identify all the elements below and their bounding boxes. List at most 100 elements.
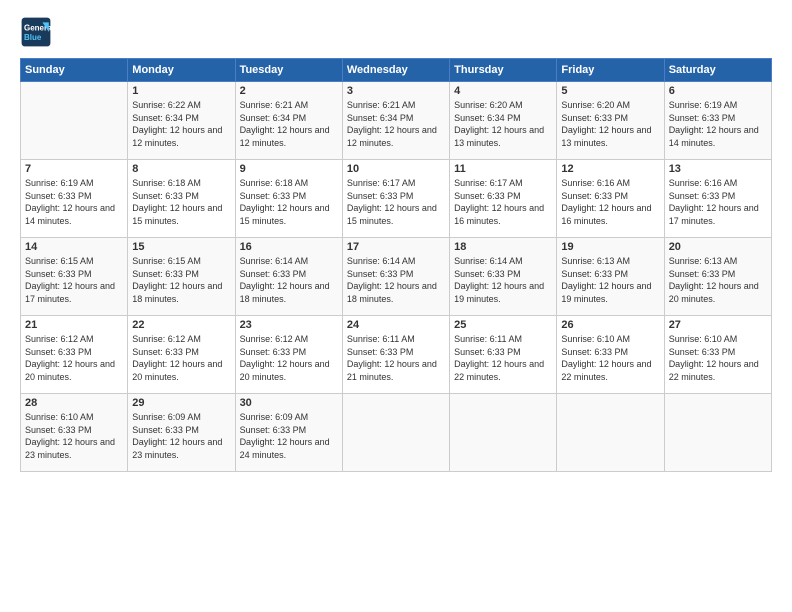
day-content: Sunrise: 6:10 AMSunset: 6:33 PMDaylight:… <box>25 411 123 461</box>
day-content: Sunrise: 6:10 AMSunset: 6:33 PMDaylight:… <box>669 333 767 383</box>
day-number: 22 <box>132 319 230 331</box>
weekday-header: Sunday <box>21 59 128 82</box>
day-number: 3 <box>347 85 445 97</box>
day-content: Sunrise: 6:20 AMSunset: 6:33 PMDaylight:… <box>561 99 659 149</box>
calendar-cell: 7 Sunrise: 6:19 AMSunset: 6:33 PMDaylight… <box>21 160 128 238</box>
calendar-cell: 1Sunrise: 6:22 AMSunset: 6:34 PMDaylight… <box>128 82 235 160</box>
day-content: Sunrise: 6:12 AMSunset: 6:33 PMDaylight:… <box>240 333 338 383</box>
calendar-week: 14 Sunrise: 6:15 AMSunset: 6:33 PMDayligh… <box>21 238 772 316</box>
day-content: Sunrise: 6:15 AMSunset: 6:33 PMDaylight:… <box>132 255 230 305</box>
calendar-week: 21Sunrise: 6:12 AMSunset: 6:33 PMDayligh… <box>21 316 772 394</box>
day-number: 7 <box>25 163 123 175</box>
weekday-header: Wednesday <box>342 59 449 82</box>
day-number: 9 <box>240 163 338 175</box>
day-number: 14 <box>25 241 123 253</box>
calendar-cell <box>450 394 557 472</box>
day-content: Sunrise: 6:19 AMSunset: 6:33 PMDaylight:… <box>25 177 123 227</box>
day-number: 10 <box>347 163 445 175</box>
day-content: Sunrise: 6:15 AMSunset: 6:33 PMDaylight:… <box>25 255 123 305</box>
day-number: 6 <box>669 85 767 97</box>
day-number: 15 <box>132 241 230 253</box>
weekday-header: Monday <box>128 59 235 82</box>
logo-icon: General Blue <box>20 16 52 48</box>
day-content: Sunrise: 6:17 AMSunset: 6:33 PMDaylight:… <box>347 177 445 227</box>
day-content: Sunrise: 6:16 AMSunset: 6:33 PMDaylight:… <box>561 177 659 227</box>
calendar-cell: 4 Sunrise: 6:20 AMSunset: 6:34 PMDaylight… <box>450 82 557 160</box>
calendar-cell: 12 Sunrise: 6:16 AMSunset: 6:33 PMDayligh… <box>557 160 664 238</box>
calendar-header: SundayMondayTuesdayWednesdayThursdayFrid… <box>21 59 772 82</box>
calendar-cell: 11 Sunrise: 6:17 AMSunset: 6:33 PMDayligh… <box>450 160 557 238</box>
weekday-header: Tuesday <box>235 59 342 82</box>
day-number: 11 <box>454 163 552 175</box>
calendar-cell: 16 Sunrise: 6:14 AMSunset: 6:33 PMDayligh… <box>235 238 342 316</box>
page: General Blue SundayMondayTuesdayWednesda… <box>0 0 792 482</box>
day-content: Sunrise: 6:09 AMSunset: 6:33 PMDaylight:… <box>132 411 230 461</box>
day-content: Sunrise: 6:14 AMSunset: 6:33 PMDaylight:… <box>240 255 338 305</box>
calendar-cell <box>342 394 449 472</box>
calendar-cell: 15 Sunrise: 6:15 AMSunset: 6:33 PMDayligh… <box>128 238 235 316</box>
calendar-cell: 14 Sunrise: 6:15 AMSunset: 6:33 PMDayligh… <box>21 238 128 316</box>
day-content: Sunrise: 6:21 AMSunset: 6:34 PMDaylight:… <box>347 99 445 149</box>
day-content: Sunrise: 6:12 AMSunset: 6:33 PMDaylight:… <box>132 333 230 383</box>
day-number: 16 <box>240 241 338 253</box>
calendar-cell: 24Sunrise: 6:11 AMSunset: 6:33 PMDayligh… <box>342 316 449 394</box>
calendar-cell: 18Sunrise: 6:14 AMSunset: 6:33 PMDayligh… <box>450 238 557 316</box>
day-content: Sunrise: 6:17 AMSunset: 6:33 PMDaylight:… <box>454 177 552 227</box>
day-content: Sunrise: 6:11 AMSunset: 6:33 PMDaylight:… <box>454 333 552 383</box>
calendar-cell: 9 Sunrise: 6:18 AMSunset: 6:33 PMDaylight… <box>235 160 342 238</box>
day-content: Sunrise: 6:09 AMSunset: 6:33 PMDaylight:… <box>240 411 338 461</box>
calendar-cell <box>557 394 664 472</box>
calendar-body: 1Sunrise: 6:22 AMSunset: 6:34 PMDaylight… <box>21 82 772 472</box>
calendar-cell: 21Sunrise: 6:12 AMSunset: 6:33 PMDayligh… <box>21 316 128 394</box>
day-content: Sunrise: 6:14 AMSunset: 6:33 PMDaylight:… <box>347 255 445 305</box>
day-content: Sunrise: 6:21 AMSunset: 6:34 PMDaylight:… <box>240 99 338 149</box>
day-number: 17 <box>347 241 445 253</box>
day-number: 1 <box>132 85 230 97</box>
day-number: 12 <box>561 163 659 175</box>
calendar-cell: 26Sunrise: 6:10 AMSunset: 6:33 PMDayligh… <box>557 316 664 394</box>
day-number: 30 <box>240 397 338 409</box>
day-content: Sunrise: 6:13 AMSunset: 6:33 PMDaylight:… <box>561 255 659 305</box>
logo: General Blue <box>20 16 54 48</box>
day-content: Sunrise: 6:20 AMSunset: 6:34 PMDaylight:… <box>454 99 552 149</box>
calendar-cell: 29 Sunrise: 6:09 AMSunset: 6:33 PMDayligh… <box>128 394 235 472</box>
day-number: 8 <box>132 163 230 175</box>
calendar-cell: 6Sunrise: 6:19 AMSunset: 6:33 PMDaylight… <box>664 82 771 160</box>
calendar-cell: 8 Sunrise: 6:18 AMSunset: 6:33 PMDaylight… <box>128 160 235 238</box>
header: General Blue <box>20 16 772 48</box>
svg-text:Blue: Blue <box>24 33 42 42</box>
weekday-header: Friday <box>557 59 664 82</box>
calendar-week: 28Sunrise: 6:10 AMSunset: 6:33 PMDayligh… <box>21 394 772 472</box>
calendar-cell: 23 Sunrise: 6:12 AMSunset: 6:33 PMDayligh… <box>235 316 342 394</box>
day-content: Sunrise: 6:16 AMSunset: 6:33 PMDaylight:… <box>669 177 767 227</box>
weekday-header: Saturday <box>664 59 771 82</box>
day-number: 29 <box>132 397 230 409</box>
calendar-cell <box>664 394 771 472</box>
calendar-cell: 30 Sunrise: 6:09 AMSunset: 6:33 PMDayligh… <box>235 394 342 472</box>
calendar-cell: 27 Sunrise: 6:10 AMSunset: 6:33 PMDayligh… <box>664 316 771 394</box>
header-row: SundayMondayTuesdayWednesdayThursdayFrid… <box>21 59 772 82</box>
calendar-cell <box>21 82 128 160</box>
day-number: 23 <box>240 319 338 331</box>
calendar-cell: 25 Sunrise: 6:11 AMSunset: 6:33 PMDayligh… <box>450 316 557 394</box>
day-number: 27 <box>669 319 767 331</box>
day-number: 20 <box>669 241 767 253</box>
calendar-week: 1Sunrise: 6:22 AMSunset: 6:34 PMDaylight… <box>21 82 772 160</box>
day-number: 4 <box>454 85 552 97</box>
day-number: 24 <box>347 319 445 331</box>
day-number: 5 <box>561 85 659 97</box>
calendar-cell: 5 Sunrise: 6:20 AMSunset: 6:33 PMDaylight… <box>557 82 664 160</box>
calendar-table: SundayMondayTuesdayWednesdayThursdayFrid… <box>20 58 772 472</box>
calendar-cell: 13 Sunrise: 6:16 AMSunset: 6:33 PMDayligh… <box>664 160 771 238</box>
calendar-cell: 19Sunrise: 6:13 AMSunset: 6:33 PMDayligh… <box>557 238 664 316</box>
weekday-header: Thursday <box>450 59 557 82</box>
day-number: 13 <box>669 163 767 175</box>
day-number: 25 <box>454 319 552 331</box>
day-content: Sunrise: 6:18 AMSunset: 6:33 PMDaylight:… <box>240 177 338 227</box>
calendar-cell: 20Sunrise: 6:13 AMSunset: 6:33 PMDayligh… <box>664 238 771 316</box>
day-content: Sunrise: 6:18 AMSunset: 6:33 PMDaylight:… <box>132 177 230 227</box>
calendar-cell: 22 Sunrise: 6:12 AMSunset: 6:33 PMDayligh… <box>128 316 235 394</box>
calendar-cell: 28Sunrise: 6:10 AMSunset: 6:33 PMDayligh… <box>21 394 128 472</box>
calendar-cell: 2Sunrise: 6:21 AMSunset: 6:34 PMDaylight… <box>235 82 342 160</box>
calendar-cell: 10 Sunrise: 6:17 AMSunset: 6:33 PMDayligh… <box>342 160 449 238</box>
